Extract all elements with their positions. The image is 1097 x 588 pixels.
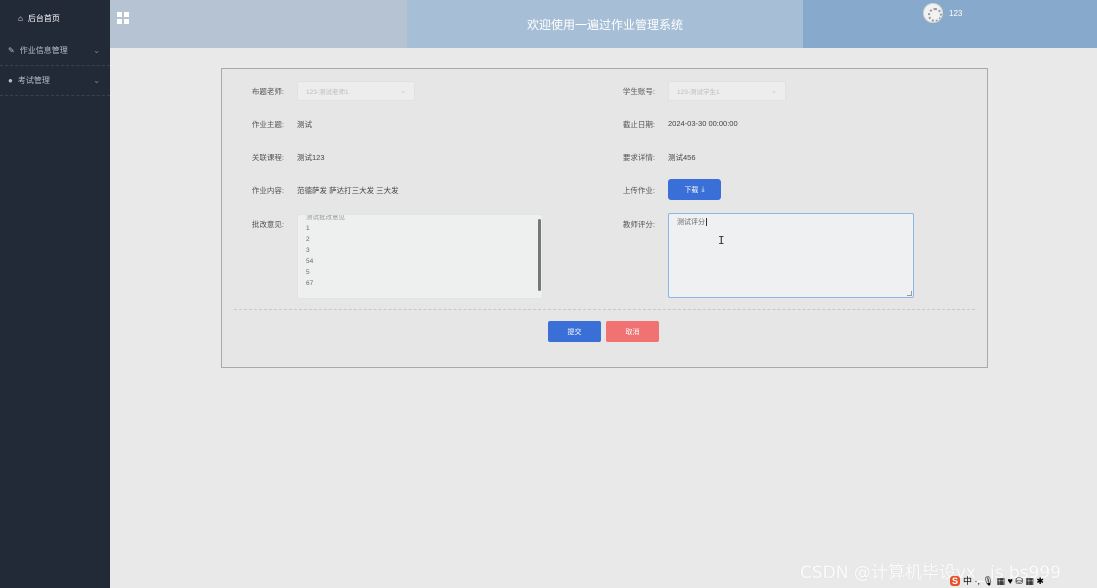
comment-line: 2 [306,236,310,243]
teacher-select[interactable]: 123-测试老师1 ⌄ [297,81,415,101]
download-button[interactable]: 下载 ⤓ [668,179,721,200]
comment-line: 测试批改意见 [306,214,345,221]
content-value: 范德萨发 萨达打三大发 三大发 [297,186,399,195]
teacher-label: 布题老师: [251,87,284,96]
sidebar-item-label: 作业信息管理 [19,46,68,55]
topic-value: 测试 [297,120,312,129]
course-label: 关联课程: [251,153,284,162]
comment-line: 67 [306,280,314,287]
download-icon: ⤓ [701,185,705,193]
submit-button[interactable]: 提交 [548,321,601,342]
top-bar-right: 123 [803,0,1097,48]
requirement-label: 要求详情: [622,153,655,162]
resize-handle-icon[interactable] [907,291,912,296]
text-caret [706,218,707,227]
student-select-value: 123-测试学生1 [677,89,720,96]
student-select[interactable]: 123-测试学生1 ⌄ [668,81,786,101]
location-pin-icon: ● [8,76,13,85]
sidebar-item-exam[interactable]: ● 考试管理 ⌄ [0,66,110,96]
comment-line: 3 [306,247,310,254]
topic-label: 作业主题: [251,120,284,129]
cancel-button[interactable]: 取消 [606,321,659,342]
content-label: 作业内容: [251,186,284,195]
score-text: 测试评分 [677,219,705,226]
tray-icons[interactable]: 中 ·, 🎙 ▦ ♥ ⛁ ▦ ✱ [963,574,1044,587]
teacher-select-value: 123-测试老师1 [306,89,349,96]
score-textarea[interactable]: 测试评分 [668,213,914,298]
sidebar: ⌂ 后台首页 ✎ 作业信息管理 ⌄ ● 考试管理 ⌄ [0,0,110,588]
course-value: 测试123 [297,153,325,162]
comment-line: 54 [306,258,314,265]
comment-line: 5 [306,269,310,276]
chevron-down-icon: ⌄ [400,88,406,95]
sidebar-item-home-label: 后台首页 [27,13,60,23]
homework-form: 布题老师: 123-测试老师1 ⌄ 学生账号: 123-测试学生1 ⌄ 作业主题… [221,68,988,368]
username[interactable]: 123 [949,9,962,18]
grid-menu-icon[interactable] [117,12,129,24]
download-button-label: 下载 [684,186,699,194]
top-bar-left [110,0,407,48]
page-title: 欢迎使用一遍过作业管理系统 [407,0,803,48]
edit-icon: ✎ [8,46,15,55]
ibeam-cursor-icon: I [718,234,725,247]
chevron-down-icon: ⌄ [93,46,100,55]
sidebar-item-home[interactable]: ⌂ 后台首页 [0,0,110,36]
divider [234,309,975,310]
deadline-label: 截止日期: [622,120,655,129]
avatar[interactable] [923,3,943,23]
comment-textarea[interactable]: 测试批改意见 1 2 3 54 5 67 [297,214,543,299]
comment-label: 批改意见: [251,220,284,229]
sogou-logo-icon[interactable]: S [950,575,961,586]
scrollbar[interactable] [538,219,541,291]
chevron-down-icon: ⌄ [93,76,100,85]
sidebar-item-homework-info[interactable]: ✎ 作业信息管理 ⌄ [0,36,110,66]
comment-line: 1 [306,225,310,232]
sidebar-item-label: 考试管理 [17,76,50,85]
top-bar: 欢迎使用一遍过作业管理系统 123 [110,0,1097,48]
score-label: 教师评分: [622,220,655,229]
deadline-value: 2024-03-30 00:00:00 [668,119,738,128]
system-tray: S 中 ·, 🎙 ▦ ♥ ⛁ ▦ ✱ [950,573,1097,588]
student-label: 学生账号: [622,87,655,96]
home-icon: ⌂ [18,13,23,23]
requirement-value: 测试456 [668,153,696,162]
chevron-down-icon: ⌄ [771,88,777,95]
upload-label: 上传作业: [622,186,655,195]
